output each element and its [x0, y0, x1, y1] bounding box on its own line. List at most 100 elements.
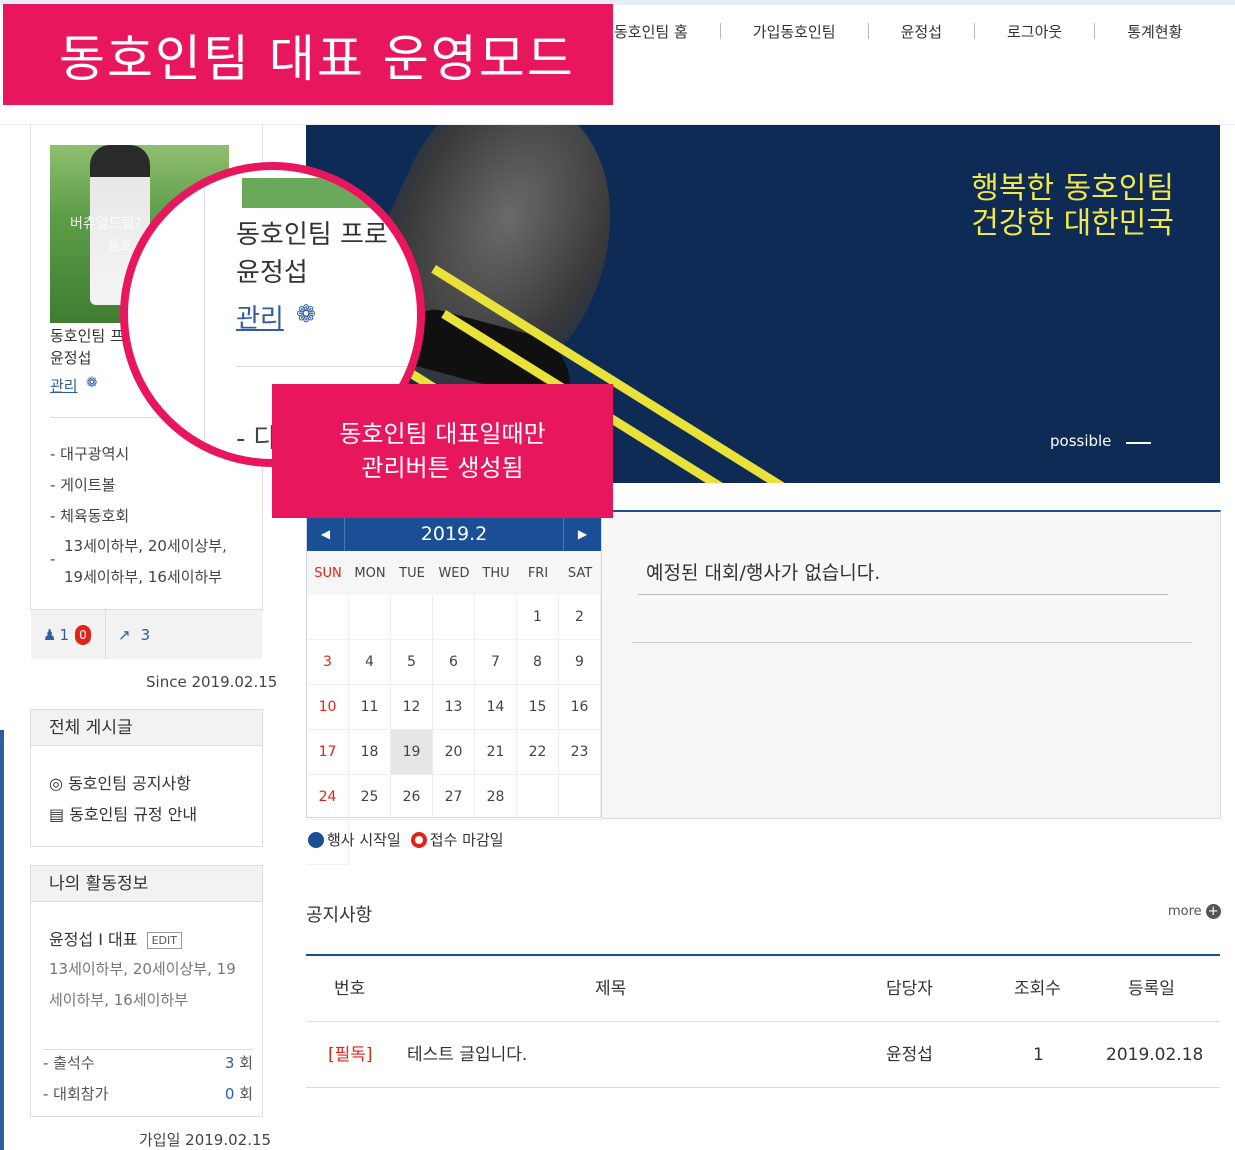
board-link-rules[interactable]: ▤ 동호인팀 규정 안내	[49, 801, 197, 825]
notices-more-link[interactable]: more +	[1168, 904, 1221, 919]
callout-line1: 동호인팀 대표일때만	[339, 420, 546, 448]
deadline-ring-icon	[410, 831, 427, 848]
image-caption-line1: 버츄얼드림?	[70, 216, 142, 232]
calendar-day[interactable]: 4	[349, 640, 391, 685]
weekday-header: MON	[349, 551, 391, 595]
attendance-value-wrap: 3 회	[225, 1052, 253, 1073]
calendar-day[interactable]: 23	[559, 730, 601, 775]
visit-count: 3	[140, 625, 151, 644]
tournament-value-wrap: 0 회	[225, 1083, 253, 1104]
notice-date: 2019.02.18	[1106, 1045, 1204, 1065]
calendar-day[interactable]: 17	[307, 730, 349, 775]
member-count-cell[interactable]: ♟ 1 0	[31, 610, 106, 659]
tournament-label: - 대회참가	[43, 1085, 109, 1103]
nav-logout[interactable]: 로그아웃	[1007, 21, 1062, 42]
calendar-day[interactable]: 10	[307, 685, 349, 730]
calendar-prev-icon[interactable]: ◀	[307, 517, 345, 551]
column-header-title: 제목	[595, 979, 627, 999]
weekday-header: THU	[475, 551, 517, 595]
calendar-day[interactable]: 13	[433, 685, 475, 730]
nav-statistics[interactable]: 통계현황	[1127, 21, 1182, 42]
weekday-header: SAT	[559, 551, 601, 595]
nav-user[interactable]: 윤정섭	[901, 21, 942, 42]
calendar-day[interactable]: 11	[349, 685, 391, 730]
calendar-day[interactable]: 14	[475, 685, 517, 730]
nav-joined-teams[interactable]: 가입동호인팀	[753, 21, 836, 42]
team-sport: - 게이트볼	[50, 476, 116, 494]
team-region: - 대구광역시	[50, 445, 130, 463]
member-count: 1	[59, 625, 69, 644]
zoom-manage-link: 관리	[236, 304, 284, 334]
zoom-divider	[236, 366, 417, 367]
zoom-panel-border	[204, 170, 205, 459]
calendar-next-icon[interactable]: ▶	[563, 517, 601, 551]
calendar-day[interactable]: 2	[559, 595, 601, 640]
edit-button[interactable]: EDIT	[146, 932, 182, 949]
table-row[interactable]: [필독] 테스트 글입니다. 윤정섭 1 2019.02.18	[306, 1022, 1220, 1088]
attendance-value: 3	[224, 1054, 235, 1072]
calendar-month: 2019.2	[420, 523, 488, 545]
gear-icon[interactable]: ❁	[86, 375, 98, 391]
calendar-day[interactable]: 6	[433, 640, 475, 685]
calendar-day[interactable]: 21	[475, 730, 517, 775]
calendar-day[interactable]: 12	[391, 685, 433, 730]
no-events-message: 예정된 대회/행사가 없습니다.	[646, 562, 881, 584]
team-age-groups-line1: 13세이하부, 20세이상부,	[64, 537, 227, 555]
notice-views: 1	[1033, 1045, 1044, 1065]
calendar-day[interactable]: 7	[475, 640, 517, 685]
notices-table: 번호 제목 담당자 조회수 등록일 [필독] 테스트 글입니다. 윤정섭 1 2…	[306, 954, 1220, 1088]
calendar-day[interactable]: 27	[433, 775, 475, 820]
manage-link[interactable]: 관리	[50, 375, 78, 396]
calendar-day[interactable]: 16	[559, 685, 601, 730]
nav-separator	[1094, 23, 1096, 39]
team-category: - 체육동호회	[50, 507, 130, 525]
calendar-day[interactable]: 8	[517, 640, 559, 685]
mode-title-banner: 동호인팀 대표 운영모드	[3, 4, 613, 105]
calendar-day[interactable]: 18	[349, 730, 391, 775]
calendar-day[interactable]: 15	[517, 685, 559, 730]
my-activity-box: 나의 활동정보 윤정섭 I 대표 EDIT 13세이하부, 20세이상부, 19…	[30, 865, 263, 1117]
calendar-day[interactable]: 3	[307, 640, 349, 685]
board-link-notices[interactable]: ◎ 동호인팀 공지사항	[49, 770, 191, 794]
calendar-empty-cell	[475, 595, 517, 640]
calendar-legend: 행사 시작일 접수 마감일	[308, 829, 504, 850]
nav-home[interactable]: 동호인팀 홈	[614, 21, 688, 42]
required-read-badge: [필독]	[328, 1045, 373, 1065]
nav-separator	[974, 23, 975, 39]
calendar-day[interactable]: 19	[391, 730, 433, 775]
activity-user: 윤정섭 I 대표 EDIT	[49, 926, 182, 950]
hero-slogan-line2: 건강한 대한민국	[971, 206, 1174, 241]
calendar-day[interactable]: 24	[307, 775, 349, 820]
events-divider	[638, 594, 1168, 595]
calendar-day[interactable]: 5	[391, 640, 433, 685]
nav-separator	[719, 23, 721, 39]
column-header-date: 등록일	[1128, 979, 1175, 999]
nav-separator	[867, 23, 869, 39]
calendar-day[interactable]: 28	[475, 775, 517, 820]
team-stats-bar: ♟ 1 0 ↗ 3	[31, 609, 262, 659]
calendar-weekdays: SUN MON TUE WED THU FRI SAT	[307, 551, 601, 595]
zoom-team-name: 동호인팀 프로	[236, 220, 388, 250]
left-accent-line	[0, 730, 4, 1150]
calendar-empty-cell	[559, 775, 601, 820]
upcoming-events-box: 예정된 대회/행사가 없습니다.	[602, 510, 1221, 819]
ages-dash: -	[50, 550, 56, 568]
calendar-day[interactable]: 20	[433, 730, 475, 775]
board-box: 전체 게시글 ◎ 동호인팀 공지사항 ▤ 동호인팀 규정 안내	[30, 709, 263, 847]
calendar-day[interactable]: 22	[517, 730, 559, 775]
calendar-day[interactable]: 9	[559, 640, 601, 685]
image-caption-line2: 동호	[108, 239, 132, 254]
zoom-gear-icon: ❁	[296, 300, 317, 328]
representative-name: 윤정섭	[50, 349, 92, 367]
calendar-day[interactable]: 26	[391, 775, 433, 820]
calendar-day[interactable]: 25	[349, 775, 391, 820]
event-start-dot-icon	[308, 831, 324, 848]
chart-trend-icon: ↗	[118, 625, 131, 644]
calendar-day[interactable]: 1	[517, 595, 559, 640]
notice-title-link[interactable]: 테스트 글입니다.	[407, 1022, 527, 1088]
visit-count-cell[interactable]: ↗ 3	[106, 610, 186, 659]
column-header-author: 담당자	[886, 979, 933, 999]
attendance-label: - 출석수	[43, 1054, 95, 1072]
activity-age-groups: 13세이하부, 20세이상부, 19세이하부, 16세이하부	[49, 960, 236, 1009]
callout-line2: 관리버튼 생성됨	[361, 454, 524, 482]
